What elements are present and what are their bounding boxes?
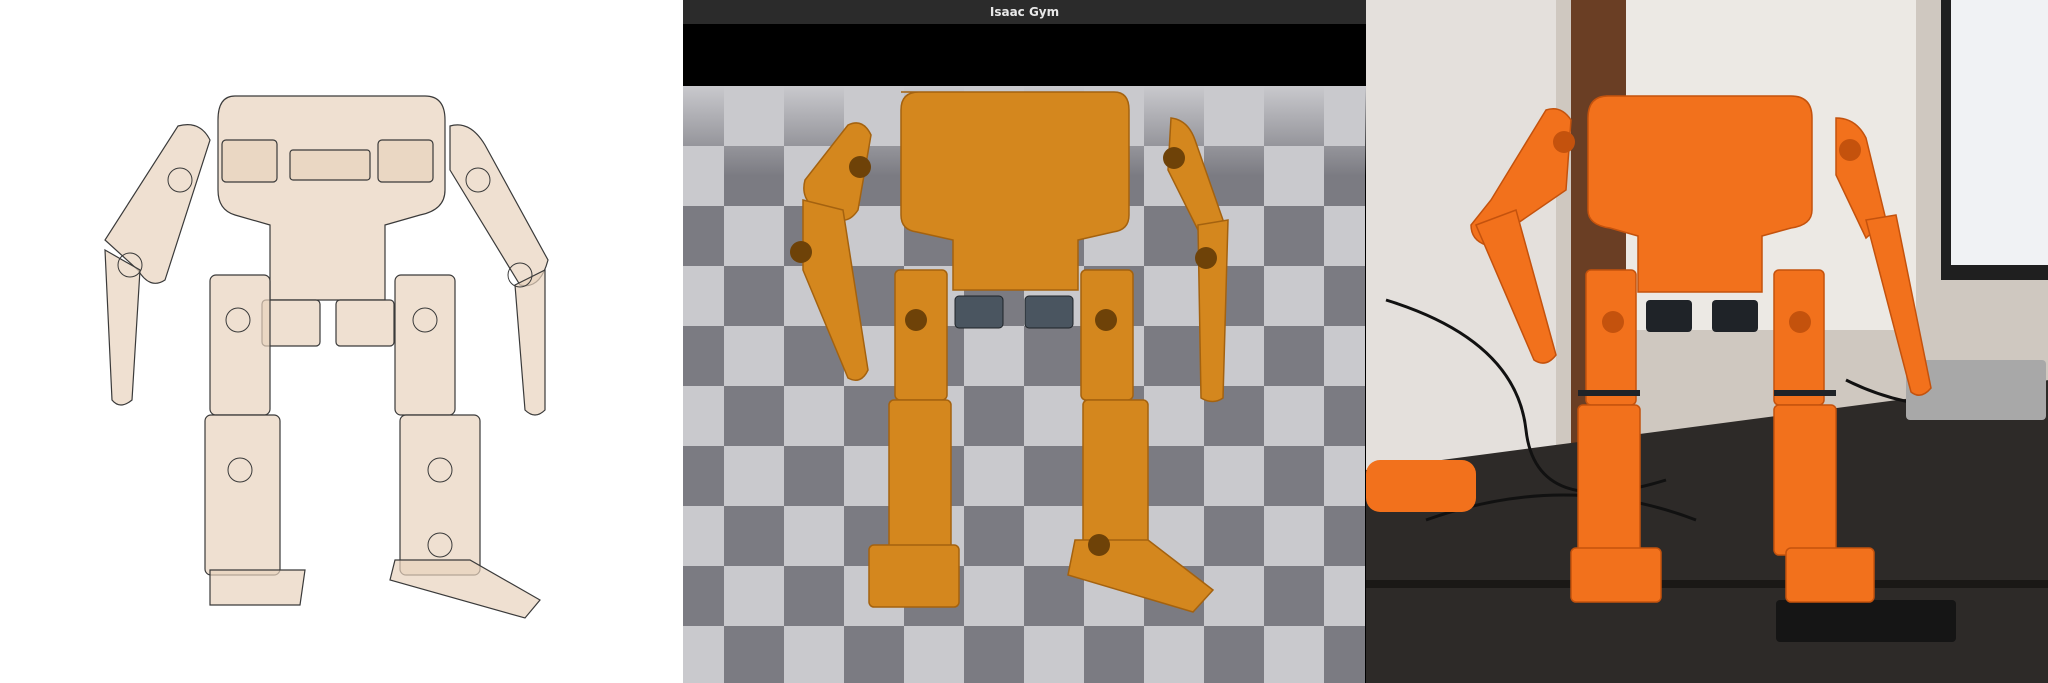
cad-board bbox=[289, 149, 371, 181]
cad-left-foot bbox=[209, 569, 306, 606]
sim-joint bbox=[1163, 147, 1185, 169]
real-right-thigh bbox=[1773, 269, 1825, 406]
cad-right-foot bbox=[389, 559, 541, 619]
photo-illustration bbox=[1366, 0, 2048, 683]
real-joint bbox=[1553, 131, 1575, 153]
sim-hip-servo bbox=[1024, 295, 1074, 329]
cad-right-shin bbox=[399, 414, 481, 576]
cad-servo bbox=[377, 139, 434, 183]
cad-torso bbox=[217, 95, 446, 301]
sim-viewport[interactable] bbox=[683, 0, 1366, 683]
cad-right-forearm bbox=[514, 269, 546, 416]
real-robot-photo bbox=[1366, 0, 2048, 683]
real-left-foot bbox=[1570, 547, 1662, 603]
cad-wireframe-panel bbox=[0, 0, 683, 683]
cad-left-thigh bbox=[209, 274, 271, 416]
cad-left-forearm bbox=[104, 248, 141, 406]
orange-device bbox=[1366, 460, 1476, 512]
real-joint bbox=[1789, 311, 1811, 333]
cad-right-upper-arm bbox=[449, 124, 549, 287]
sim-joint bbox=[790, 241, 812, 263]
real-knee-band bbox=[1774, 390, 1836, 396]
real-joint bbox=[1602, 311, 1624, 333]
sim-joint bbox=[905, 309, 927, 331]
power-bank bbox=[1776, 600, 1956, 642]
cad-servo bbox=[221, 139, 278, 183]
real-joint bbox=[1839, 139, 1861, 161]
cad-right-thigh bbox=[394, 274, 456, 416]
cad-robot-illustration bbox=[104, 95, 549, 619]
real-hip-servo bbox=[1646, 300, 1692, 332]
cad-hip bbox=[335, 299, 395, 347]
table-edge bbox=[1366, 580, 2048, 588]
cad-left-shin bbox=[204, 414, 281, 576]
real-right-shin bbox=[1773, 404, 1837, 556]
sim-joint bbox=[1095, 309, 1117, 331]
sim-left-shin bbox=[888, 399, 952, 551]
sim-joint bbox=[1088, 534, 1110, 556]
isaac-gym-window: Isaac Gym bbox=[683, 0, 1366, 683]
sim-hip-servo bbox=[954, 295, 1004, 329]
sim-joint bbox=[1195, 247, 1217, 269]
sim-joint bbox=[849, 156, 871, 178]
sim-left-thigh bbox=[894, 269, 948, 401]
sim-left-foot bbox=[868, 544, 960, 608]
real-left-thigh bbox=[1585, 269, 1637, 406]
sim-right-forearm bbox=[1197, 219, 1229, 403]
real-knee-band bbox=[1578, 390, 1640, 396]
real-right-foot bbox=[1785, 547, 1875, 603]
sim-right-thigh bbox=[1080, 269, 1134, 401]
sim-right-shin bbox=[1082, 399, 1149, 551]
real-left-shin bbox=[1577, 404, 1641, 556]
cad-hip bbox=[261, 299, 321, 347]
real-hip-servo bbox=[1712, 300, 1758, 332]
monitor-screen bbox=[1951, 0, 2048, 265]
